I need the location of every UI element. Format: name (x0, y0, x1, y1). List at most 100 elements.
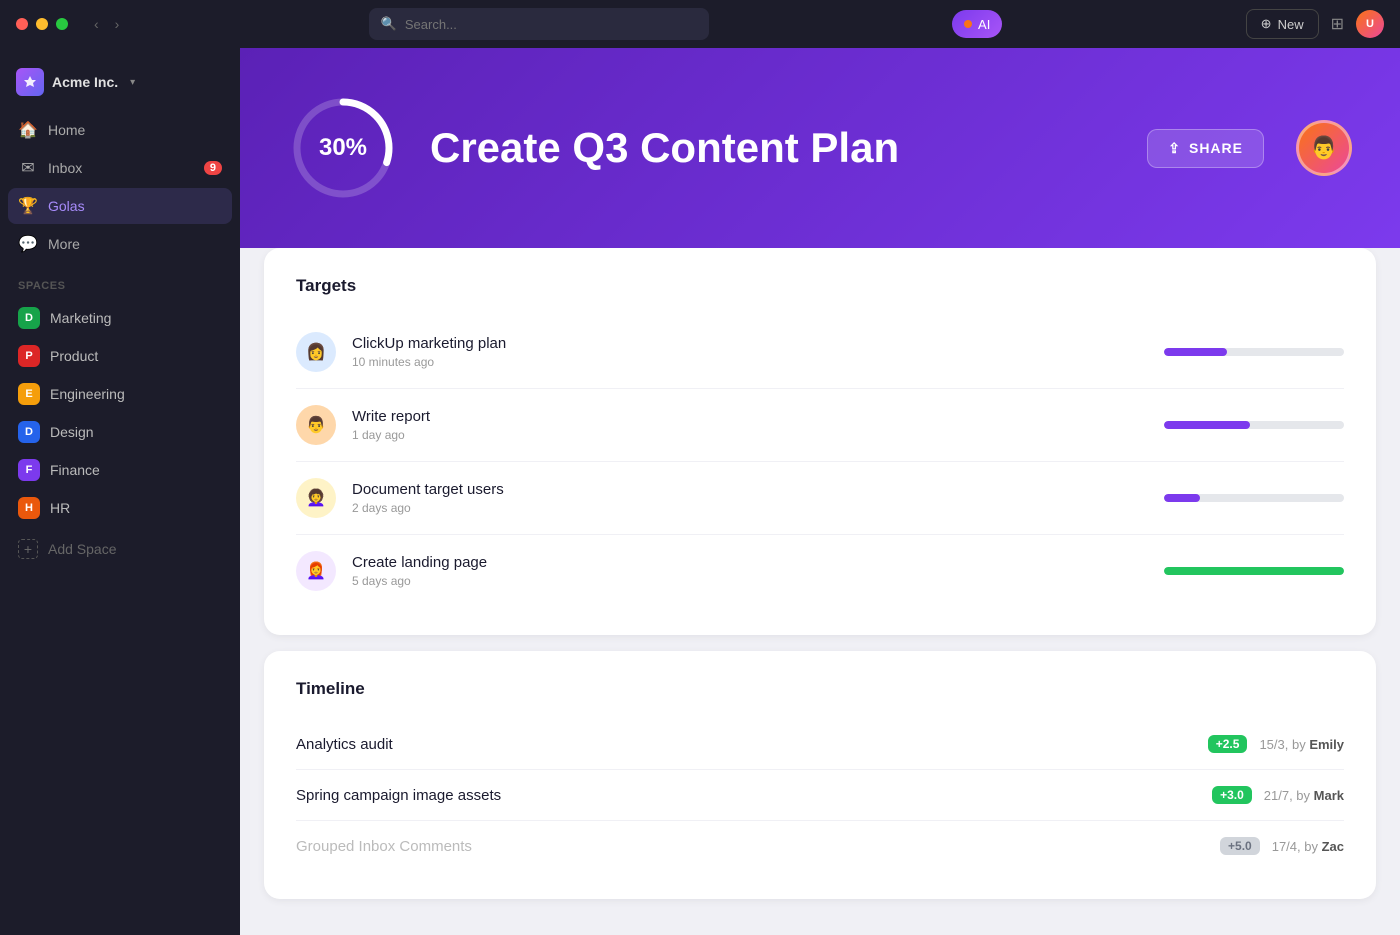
timeline-tag: +3.0 (1212, 786, 1252, 804)
target-item: 👩‍🦱 Document target users 2 days ago (296, 462, 1344, 535)
home-icon: 🏠 (18, 120, 38, 140)
timeline-item: Grouped Inbox Comments +5.0 17/4, by Zac (296, 821, 1344, 871)
marketing-dot: D (18, 307, 40, 329)
cards-container: Targets 👩 ClickUp marketing plan 10 minu… (240, 248, 1400, 923)
share-button[interactable]: ⇪ SHARE (1147, 129, 1264, 168)
space-item-hr[interactable]: H HR (8, 490, 232, 526)
space-label: Marketing (50, 310, 111, 326)
search-icon: 🔍 (381, 16, 397, 32)
window-controls (16, 18, 68, 30)
user-avatar[interactable]: U (1356, 10, 1384, 38)
timeline-title: Timeline (296, 679, 1344, 699)
maximize-btn[interactable] (56, 18, 68, 30)
progress-bar-fill (1164, 348, 1227, 356)
targets-title: Targets (296, 276, 1344, 296)
ai-label: AI (978, 17, 990, 32)
space-label: Engineering (50, 386, 125, 402)
target-item: 👨 Write report 1 day ago (296, 389, 1344, 462)
engineering-dot: E (18, 383, 40, 405)
content-area: 30% Create Q3 Content Plan ⇪ SHARE 👨 Tar… (240, 48, 1400, 935)
timeline-name: Spring campaign image assets (296, 787, 1200, 804)
add-space-label: Add Space (48, 541, 117, 557)
close-btn[interactable] (16, 18, 28, 30)
sidebar-item-more[interactable]: 💬 More (8, 226, 232, 262)
target-item: 👩‍🦰 Create landing page 5 days ago (296, 535, 1344, 607)
share-icon: ⇪ (1168, 140, 1181, 157)
workspace-logo (16, 68, 44, 96)
design-dot: D (18, 421, 40, 443)
workspace-name: Acme Inc. (52, 74, 118, 90)
target-info: Write report 1 day ago (352, 408, 1148, 442)
sidebar-item-label: Home (48, 122, 85, 138)
chevron-down-icon: ▾ (130, 77, 135, 88)
space-item-design[interactable]: D Design (8, 414, 232, 450)
sidebar-nav: 🏠 Home ✉ Inbox 9 🏆 Golas 💬 More (0, 112, 240, 264)
target-info: Document target users 2 days ago (352, 481, 1148, 515)
goal-title: Create Q3 Content Plan (430, 124, 1115, 172)
target-avatar: 👩‍🦱 (296, 478, 336, 518)
sidebar-item-goals[interactable]: 🏆 Golas (8, 188, 232, 224)
sidebar: Acme Inc. ▾ 🏠 Home ✉ Inbox 9 🏆 Golas 💬 M… (0, 48, 240, 935)
back-arrow[interactable]: ‹ (88, 14, 105, 34)
target-time: 2 days ago (352, 501, 1148, 515)
progress-bar-container (1164, 567, 1344, 575)
sidebar-item-label: More (48, 236, 80, 252)
goal-owner-avatar[interactable]: 👨 (1296, 120, 1352, 176)
target-avatar: 👩‍🦰 (296, 551, 336, 591)
targets-card: Targets 👩 ClickUp marketing plan 10 minu… (264, 248, 1376, 635)
search-input[interactable] (405, 17, 697, 32)
timeline-name: Analytics audit (296, 736, 1196, 753)
progress-ring: 30% (288, 93, 398, 203)
target-time: 5 days ago (352, 574, 1148, 588)
new-button[interactable]: ⊕ New (1246, 9, 1319, 39)
ai-button[interactable]: AI (952, 10, 1002, 38)
inbox-badge: 9 (204, 161, 222, 175)
timeline-tag: +2.5 (1208, 735, 1248, 753)
target-name: Create landing page (352, 554, 1148, 571)
progress-bar-fill (1164, 494, 1200, 502)
plus-icon: + (18, 539, 38, 559)
grid-icon[interactable]: ⊞ (1331, 14, 1344, 34)
progress-percent: 30% (319, 134, 367, 162)
target-avatar: 👩 (296, 332, 336, 372)
target-avatar: 👨 (296, 405, 336, 445)
timeline-meta: 15/3, by Emily (1259, 737, 1344, 752)
share-label: SHARE (1189, 140, 1243, 156)
forward-arrow[interactable]: › (109, 14, 126, 34)
target-info: Create landing page 5 days ago (352, 554, 1148, 588)
timeline-item: Spring campaign image assets +3.0 21/7, … (296, 770, 1344, 821)
inbox-icon: ✉ (18, 158, 38, 178)
sidebar-item-home[interactable]: 🏠 Home (8, 112, 232, 148)
hr-dot: H (18, 497, 40, 519)
target-time: 1 day ago (352, 428, 1148, 442)
progress-bar-fill (1164, 567, 1344, 575)
target-name: Write report (352, 408, 1148, 425)
timeline-meta: 21/7, by Mark (1264, 788, 1344, 803)
minimize-btn[interactable] (36, 18, 48, 30)
progress-bar-fill (1164, 421, 1250, 429)
space-item-marketing[interactable]: D Marketing (8, 300, 232, 336)
target-time: 10 minutes ago (352, 355, 1148, 369)
space-label: Finance (50, 462, 100, 478)
space-label: Design (50, 424, 94, 440)
timeline-name: Grouped Inbox Comments (296, 838, 1208, 855)
main-layout: Acme Inc. ▾ 🏠 Home ✉ Inbox 9 🏆 Golas 💬 M… (0, 48, 1400, 935)
space-item-engineering[interactable]: E Engineering (8, 376, 232, 412)
space-label: HR (50, 500, 70, 516)
space-item-product[interactable]: P Product (8, 338, 232, 374)
search-bar[interactable]: 🔍 (369, 8, 709, 40)
new-plus-icon: ⊕ (1261, 16, 1272, 32)
add-space-button[interactable]: + Add Space (8, 532, 232, 566)
product-dot: P (18, 345, 40, 367)
sidebar-item-label: Golas (48, 198, 85, 214)
sidebar-item-inbox[interactable]: ✉ Inbox 9 (8, 150, 232, 186)
space-item-finance[interactable]: F Finance (8, 452, 232, 488)
timeline-meta: 17/4, by Zac (1272, 839, 1344, 854)
nav-arrows: ‹ › (88, 14, 125, 34)
target-item: 👩 ClickUp marketing plan 10 minutes ago (296, 316, 1344, 389)
goal-header: 30% Create Q3 Content Plan ⇪ SHARE 👨 (240, 48, 1400, 248)
spaces-section-label: Spaces (0, 264, 240, 300)
progress-bar-container (1164, 494, 1344, 502)
workspace-header[interactable]: Acme Inc. ▾ (0, 60, 240, 112)
more-icon: 💬 (18, 234, 38, 254)
